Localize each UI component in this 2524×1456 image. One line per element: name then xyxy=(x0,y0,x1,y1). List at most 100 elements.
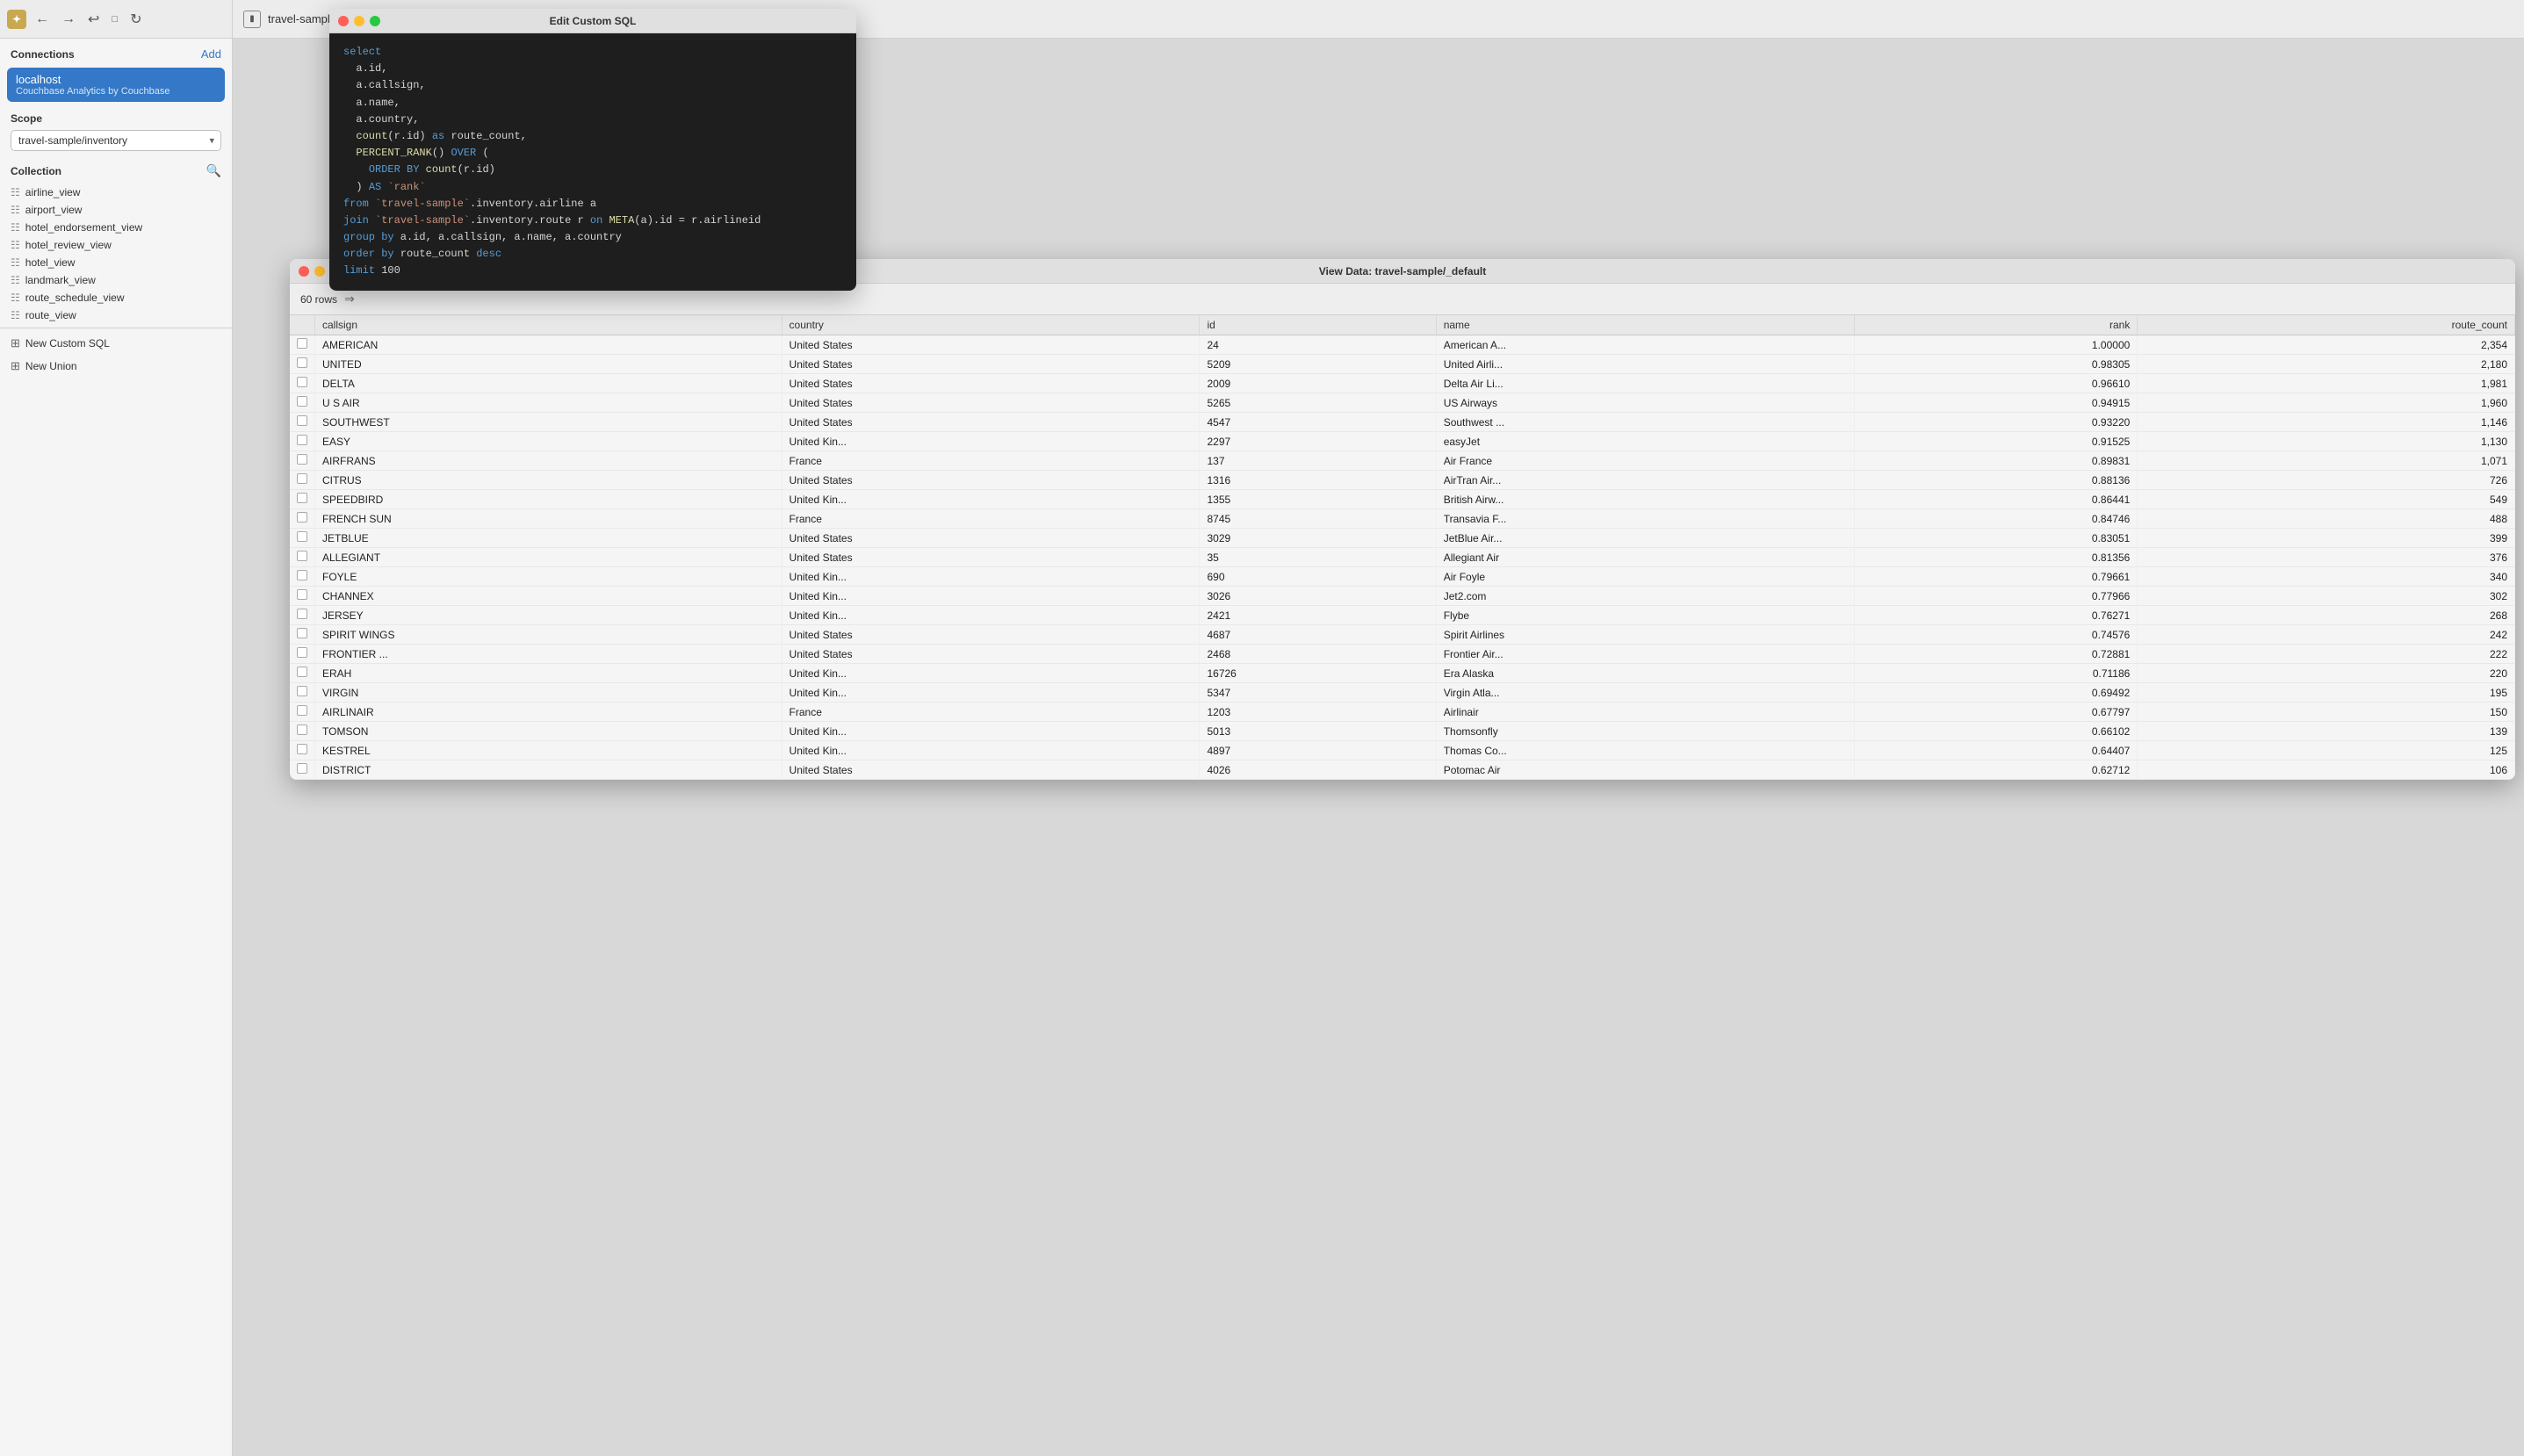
back-button[interactable]: ← xyxy=(32,10,53,29)
row-checkbox[interactable] xyxy=(290,490,315,509)
data-table-wrapper[interactable]: callsign country id name rank route_coun… xyxy=(290,315,2515,780)
table-row[interactable]: AIRFRANS France 137 Air France 0.89831 1… xyxy=(290,451,2515,471)
table-row[interactable]: CHANNEX United Kin... 3026 Jet2.com 0.77… xyxy=(290,587,2515,606)
col-route-count[interactable]: route_count xyxy=(2138,315,2515,335)
cell-route-count: 268 xyxy=(2138,606,2515,625)
row-checkbox[interactable] xyxy=(290,587,315,606)
row-checkbox[interactable] xyxy=(290,683,315,703)
db-icon: ▮ xyxy=(243,11,261,28)
cell-rank: 0.89831 xyxy=(1854,451,2138,471)
cell-name: easyJet xyxy=(1436,432,1854,451)
table-row[interactable]: VIRGIN United Kin... 5347 Virgin Atla...… xyxy=(290,683,2515,703)
row-checkbox[interactable] xyxy=(290,432,315,451)
cell-name: JetBlue Air... xyxy=(1436,529,1854,548)
data-close-button[interactable] xyxy=(299,266,309,277)
undo-button[interactable]: ↩ xyxy=(84,9,103,30)
maximize-button[interactable] xyxy=(370,16,380,26)
table-row[interactable]: FOYLE United Kin... 690 Air Foyle 0.7966… xyxy=(290,567,2515,587)
col-callsign[interactable]: callsign xyxy=(315,315,782,335)
row-checkbox[interactable] xyxy=(290,529,315,548)
cell-country: United Kin... xyxy=(782,587,1200,606)
row-checkbox[interactable] xyxy=(290,645,315,664)
table-row[interactable]: AMERICAN United States 24 American A... … xyxy=(290,335,2515,355)
scope-select[interactable]: travel-sample/inventory xyxy=(11,130,221,151)
connection-localhost[interactable]: localhost Couchbase Analytics by Couchba… xyxy=(7,68,225,102)
table-row[interactable]: JERSEY United Kin... 2421 Flybe 0.76271 … xyxy=(290,606,2515,625)
minimize-button[interactable] xyxy=(354,16,364,26)
cell-callsign: AIRLINAIR xyxy=(315,703,782,722)
cell-country: United States xyxy=(782,760,1200,780)
table-icon: ☷ xyxy=(11,274,20,286)
cell-callsign: SPIRIT WINGS xyxy=(315,625,782,645)
collection-item-route-view[interactable]: ☷ route_view xyxy=(0,306,232,324)
cell-name: Era Alaska xyxy=(1436,664,1854,683)
row-checkbox[interactable] xyxy=(290,606,315,625)
table-row[interactable]: JETBLUE United States 3029 JetBlue Air..… xyxy=(290,529,2515,548)
collection-item-hotel-endorsement-view[interactable]: ☷ hotel_endorsement_view xyxy=(0,219,232,236)
collection-item-hotel-view[interactable]: ☷ hotel_view xyxy=(0,254,232,271)
collection-search-button[interactable]: 🔍 xyxy=(206,163,221,178)
new-union-action[interactable]: ⊞ New Union xyxy=(0,355,232,378)
close-button[interactable] xyxy=(338,16,349,26)
table-row[interactable]: SPEEDBIRD United Kin... 1355 British Air… xyxy=(290,490,2515,509)
sql-dialog-title: Edit Custom SQL xyxy=(550,15,637,27)
cell-name: Southwest ... xyxy=(1436,413,1854,432)
cell-rank: 0.88136 xyxy=(1854,471,2138,490)
row-checkbox[interactable] xyxy=(290,471,315,490)
sql-editor[interactable]: select a.id, a.callsign, a.name, a.count… xyxy=(329,33,856,291)
row-checkbox[interactable] xyxy=(290,625,315,645)
table-row[interactable]: U S AIR United States 5265 US Airways 0.… xyxy=(290,393,2515,413)
cell-rank: 0.64407 xyxy=(1854,741,2138,760)
row-checkbox[interactable] xyxy=(290,760,315,780)
row-checkbox[interactable] xyxy=(290,664,315,683)
data-minimize-button[interactable] xyxy=(314,266,325,277)
cell-rank: 0.84746 xyxy=(1854,509,2138,529)
row-checkbox[interactable] xyxy=(290,548,315,567)
table-row[interactable]: EASY United Kin... 2297 easyJet 0.91525 … xyxy=(290,432,2515,451)
table-row[interactable]: SPIRIT WINGS United States 4687 Spirit A… xyxy=(290,625,2515,645)
table-row[interactable]: AIRLINAIR France 1203 Airlinair 0.67797 … xyxy=(290,703,2515,722)
row-checkbox[interactable] xyxy=(290,374,315,393)
row-checkbox[interactable] xyxy=(290,703,315,722)
add-connection-button[interactable]: Add xyxy=(201,47,221,61)
table-row[interactable]: UNITED United States 5209 United Airli..… xyxy=(290,355,2515,374)
forward-button[interactable]: → xyxy=(58,10,79,29)
collection-item-landmark-view[interactable]: ☷ landmark_view xyxy=(0,271,232,289)
row-checkbox[interactable] xyxy=(290,509,315,529)
col-id[interactable]: id xyxy=(1200,315,1436,335)
collection-item-hotel-review-view[interactable]: ☷ hotel_review_view xyxy=(0,236,232,254)
collection-item-label: route_schedule_view xyxy=(25,292,125,304)
col-name[interactable]: name xyxy=(1436,315,1854,335)
table-row[interactable]: TOMSON United Kin... 5013 Thomsonfly 0.6… xyxy=(290,722,2515,741)
row-checkbox[interactable] xyxy=(290,355,315,374)
col-rank[interactable]: rank xyxy=(1854,315,2138,335)
col-country[interactable]: country xyxy=(782,315,1200,335)
row-checkbox[interactable] xyxy=(290,335,315,355)
new-custom-sql-action[interactable]: ⊞ New Custom SQL xyxy=(0,332,232,355)
row-checkbox[interactable] xyxy=(290,413,315,432)
row-checkbox[interactable] xyxy=(290,722,315,741)
cell-country: United Kin... xyxy=(782,664,1200,683)
table-row[interactable]: CITRUS United States 1316 AirTran Air...… xyxy=(290,471,2515,490)
cell-callsign: SOUTHWEST xyxy=(315,413,782,432)
row-checkbox[interactable] xyxy=(290,451,315,471)
cell-name: Thomsonfly xyxy=(1436,722,1854,741)
table-row[interactable]: DISTRICT United States 4026 Potomac Air … xyxy=(290,760,2515,780)
row-checkbox[interactable] xyxy=(290,741,315,760)
collection-item-airline-view[interactable]: ☷ airline_view xyxy=(0,184,232,201)
table-row[interactable]: KESTREL United Kin... 4897 Thomas Co... … xyxy=(290,741,2515,760)
row-checkbox[interactable] xyxy=(290,567,315,587)
table-row[interactable]: ERAH United Kin... 16726 Era Alaska 0.71… xyxy=(290,664,2515,683)
table-row[interactable]: FRENCH SUN France 8745 Transavia F... 0.… xyxy=(290,509,2515,529)
cell-country: United States xyxy=(782,374,1200,393)
table-row[interactable]: DELTA United States 2009 Delta Air Li...… xyxy=(290,374,2515,393)
collection-item-airport-view[interactable]: ☷ airport_view xyxy=(0,201,232,219)
save-button[interactable]: □ xyxy=(108,12,121,26)
table-row[interactable]: SOUTHWEST United States 4547 Southwest .… xyxy=(290,413,2515,432)
row-checkbox[interactable] xyxy=(290,393,315,413)
cell-callsign: ALLEGIANT xyxy=(315,548,782,567)
table-row[interactable]: FRONTIER ... United States 2468 Frontier… xyxy=(290,645,2515,664)
table-row[interactable]: ALLEGIANT United States 35 Allegiant Air… xyxy=(290,548,2515,567)
collection-item-route-schedule-view[interactable]: ☷ route_schedule_view xyxy=(0,289,232,306)
refresh-button[interactable]: ↻ xyxy=(126,9,145,30)
